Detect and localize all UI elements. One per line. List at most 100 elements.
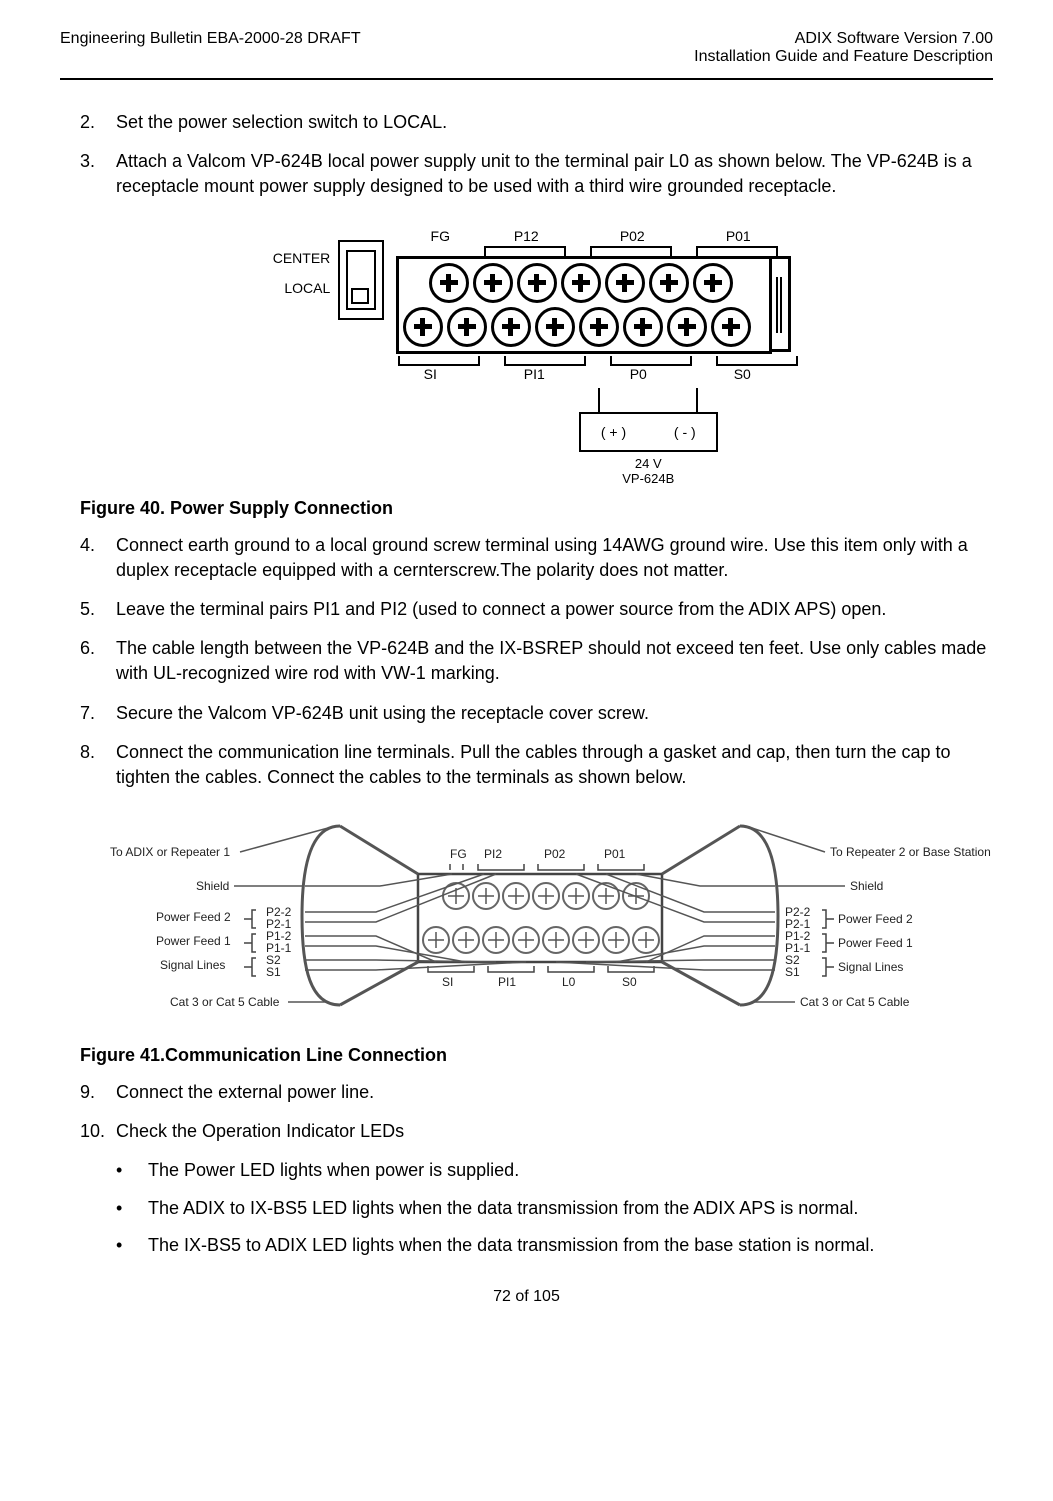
- step-6: 6. The cable length between the VP-624B …: [80, 636, 993, 686]
- step-text: Check the Operation Indicator LEDs: [116, 1119, 993, 1144]
- cable-note-right: Cat 3 or Cat 5 Cable: [800, 995, 910, 1009]
- bullet-1: • The Power LED lights when power is sup…: [116, 1158, 993, 1183]
- bullet-text: The IX-BS5 to ADIX LED lights when the d…: [148, 1233, 874, 1258]
- label-p0: P0: [606, 366, 670, 382]
- figure-41: FG PI2 P02 P01 SI PI1 L0 S0: [80, 808, 993, 1033]
- step-2: 2. Set the power selection switch to LOC…: [80, 110, 993, 135]
- label-s0: S0: [622, 975, 637, 989]
- screw-terminal-icon: [429, 263, 469, 303]
- screw-terminal-icon: [447, 307, 487, 347]
- header-divider: [60, 78, 993, 80]
- left-title: To ADIX or Repeater 1: [110, 845, 230, 859]
- label-pf1: Power Feed 1: [156, 934, 231, 948]
- power-switch-icon: [338, 240, 384, 320]
- screw-terminal-icon: [649, 263, 689, 303]
- screw-terminal-icon: [579, 307, 619, 347]
- label-p12: P12: [484, 228, 568, 244]
- figure-41-diagram: FG PI2 P02 P01 SI PI1 L0 S0: [80, 808, 1000, 1028]
- label-l0: L0: [562, 975, 576, 989]
- step-text: Connect the external power line.: [116, 1080, 993, 1105]
- page-number: 72 of 105: [60, 1288, 993, 1306]
- label-shield: Shield: [196, 879, 229, 893]
- header-right-line2: Installation Guide and Feature Descripti…: [694, 48, 993, 66]
- bullet-text: The ADIX to IX-BS5 LED lights when the d…: [148, 1196, 858, 1221]
- step-number: 4.: [80, 533, 116, 583]
- label-p01: P01: [696, 228, 780, 244]
- label-minus: ( - ): [674, 424, 696, 440]
- step-4: 4. Connect earth ground to a local groun…: [80, 533, 993, 583]
- screw-terminal-icon: [711, 307, 751, 347]
- step-number: 8.: [80, 740, 116, 790]
- label-si: SI: [442, 975, 453, 989]
- step-text: Secure the Valcom VP-624B unit using the…: [116, 701, 993, 726]
- bullet-marker-icon: •: [116, 1196, 148, 1221]
- label-sig-r: Signal Lines: [838, 960, 903, 974]
- step-7: 7. Secure the Valcom VP-624B unit using …: [80, 701, 993, 726]
- step-8: 8. Connect the communication line termin…: [80, 740, 993, 790]
- label-p01: P01: [604, 847, 626, 861]
- step-text: Connect the communication line terminals…: [116, 740, 993, 790]
- label-pf1-r: Power Feed 1: [838, 936, 913, 950]
- figure-40-diagram: CENTER LOCAL FG P12 P02: [273, 218, 801, 486]
- switch-label-center: CENTER: [273, 250, 331, 266]
- pin-s1: S1: [266, 965, 281, 979]
- screw-terminal-icon: [605, 263, 645, 303]
- cable-note-left: Cat 3 or Cat 5 Cable: [170, 995, 280, 1009]
- label-sig: Signal Lines: [160, 958, 225, 972]
- label-pi2: PI2: [484, 847, 502, 861]
- bullet-marker-icon: •: [116, 1233, 148, 1258]
- bullet-3: • The IX-BS5 to ADIX LED lights when the…: [116, 1233, 993, 1258]
- pin-s1-r: S1: [785, 965, 800, 979]
- step-text: Attach a Valcom VP-624B local power supp…: [116, 149, 993, 199]
- power-supply-icon: ( + ) ( - ): [579, 412, 718, 452]
- bullet-2: • The ADIX to IX-BS5 LED lights when the…: [116, 1196, 993, 1221]
- step-number: 5.: [80, 597, 116, 622]
- label-shield-r: Shield: [850, 879, 883, 893]
- label-fg: FG: [418, 228, 462, 244]
- step-number: 3.: [80, 149, 116, 199]
- screw-terminal-icon: [623, 307, 663, 347]
- header-left: Engineering Bulletin EBA-2000-28 DRAFT: [60, 30, 361, 48]
- right-title: To Repeater 2 or Base Station: [830, 845, 991, 859]
- side-connector-icon: [769, 256, 791, 352]
- step-number: 2.: [80, 110, 116, 135]
- step-9: 9. Connect the external power line.: [80, 1080, 993, 1105]
- step-text: Set the power selection switch to LOCAL.: [116, 110, 993, 135]
- page-header: Engineering Bulletin EBA-2000-28 DRAFT A…: [60, 30, 993, 66]
- figure-40-caption: Figure 40. Power Supply Connection: [80, 498, 993, 519]
- label-p02: P02: [590, 228, 674, 244]
- label-si: SI: [398, 366, 462, 382]
- screw-terminal-icon: [473, 263, 513, 303]
- step-5: 5. Leave the terminal pairs PI1 and PI2 …: [80, 597, 993, 622]
- content-area: 2. Set the power selection switch to LOC…: [60, 110, 993, 1258]
- figure-41-caption: Figure 41.Communication Line Connection: [80, 1045, 993, 1066]
- bullet-marker-icon: •: [116, 1158, 148, 1183]
- screw-terminal-icon: [693, 263, 733, 303]
- screw-terminal-icon: [535, 307, 575, 347]
- step-10: 10. Check the Operation Indicator LEDs: [80, 1119, 993, 1144]
- label-p02: P02: [544, 847, 566, 861]
- step-number: 9.: [80, 1080, 116, 1105]
- header-right: ADIX Software Version 7.00 Installation …: [694, 30, 993, 66]
- screw-terminal-icon: [667, 307, 707, 347]
- label-voltage: 24 V: [496, 456, 800, 471]
- figure-40: CENTER LOCAL FG P12 P02: [80, 218, 993, 486]
- screw-terminal-row: [443, 883, 649, 909]
- label-pi1: PI1: [498, 975, 516, 989]
- header-right-line1: ADIX Software Version 7.00: [694, 30, 993, 48]
- bullet-text: The Power LED lights when power is suppl…: [148, 1158, 519, 1183]
- switch-label-local: LOCAL: [284, 280, 330, 296]
- step-text: Leave the terminal pairs PI1 and PI2 (us…: [116, 597, 993, 622]
- label-fg: FG: [450, 847, 467, 861]
- label-pf2: Power Feed 2: [156, 910, 231, 924]
- step-number: 7.: [80, 701, 116, 726]
- label-pi1: PI1: [502, 366, 566, 382]
- screw-terminal-icon: [491, 307, 531, 347]
- step-number: 6.: [80, 636, 116, 686]
- label-plus: ( + ): [601, 424, 626, 440]
- screw-terminal-icon: [403, 307, 443, 347]
- step-text: Connect earth ground to a local ground s…: [116, 533, 993, 583]
- step-number: 10.: [80, 1119, 116, 1144]
- step-3: 3. Attach a Valcom VP-624B local power s…: [80, 149, 993, 199]
- label-s0: S0: [710, 366, 774, 382]
